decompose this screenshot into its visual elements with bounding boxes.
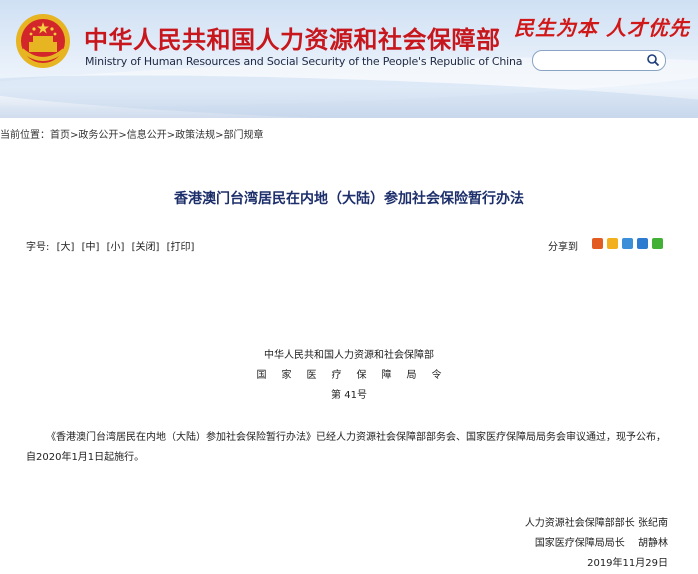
breadcrumb-separator: >	[118, 130, 127, 141]
issuer-healthcare-bureau: 国家医疗保障局令	[256, 370, 457, 381]
signature-date: 2019年11月29日	[587, 558, 668, 569]
rss-icon[interactable]	[592, 238, 603, 249]
breadcrumb-separator: >	[166, 130, 176, 141]
renren-icon[interactable]	[637, 238, 648, 249]
qzone-icon[interactable]	[607, 238, 618, 249]
article-title: 香港澳门台湾居民在内地（大陆）参加社会保险暂行办法	[174, 191, 524, 207]
signature-director: 国家医疗保障局局长 胡静林	[534, 538, 668, 549]
breadcrumb-gov-affairs[interactable]: 政务公开	[78, 130, 118, 141]
weibo-icon[interactable]	[622, 238, 633, 249]
decree-number: 第 41号	[331, 390, 367, 401]
print-button[interactable]: [打印]	[167, 242, 195, 253]
header-banner: 中华人民共和国人力资源和社会保障部 Ministry of Human Reso…	[0, 0, 698, 118]
breadcrumb-info-public[interactable]: 信息公开	[127, 130, 167, 141]
issuer-ministry: 中华人民共和国人力资源和社会保障部	[264, 350, 434, 361]
font-size-toolbar: 字号: [大] [中] [小] [关闭] [打印]	[26, 238, 198, 253]
banner-skyline	[0, 88, 698, 118]
font-size-label: 字号:	[26, 242, 50, 253]
site-slogan: 民生为本 人才优先	[514, 16, 690, 40]
magnifier-icon[interactable]	[646, 53, 660, 67]
breadcrumb-dept-rules[interactable]: 部门规章	[224, 130, 264, 141]
signature-minister: 人力资源社会保障部部长 张纪南	[524, 518, 668, 529]
share-label: 分享到	[548, 242, 578, 253]
breadcrumb: 当前位置：首页>政务公开>信息公开>政策法规>部门规章	[0, 126, 264, 141]
wechat-icon[interactable]	[652, 238, 663, 249]
breadcrumb-policy[interactable]: 政策法规	[175, 130, 215, 141]
font-small-button[interactable]: [小]	[107, 242, 125, 253]
site-title-en: Ministry of Human Resources and Social S…	[85, 55, 523, 68]
national-emblem-icon	[16, 14, 70, 68]
article-body: 《香港澳门台湾居民在内地（大陆）参加社会保险暂行办法》已经人力资源社会保障部部务…	[26, 432, 666, 463]
share-icons	[592, 238, 663, 249]
font-large-button[interactable]: [大]	[57, 242, 75, 253]
font-medium-button[interactable]: [中]	[82, 242, 100, 253]
search-input[interactable]	[541, 53, 653, 72]
search-box[interactable]	[532, 50, 666, 72]
breadcrumb-home[interactable]: 首页	[50, 130, 70, 141]
breadcrumb-prefix: 当前位置：	[0, 130, 50, 141]
breadcrumb-separator: >	[215, 130, 224, 141]
close-button[interactable]: [关闭]	[132, 242, 160, 253]
site-title-cn[interactable]: 中华人民共和国人力资源和社会保障部	[84, 20, 501, 55]
